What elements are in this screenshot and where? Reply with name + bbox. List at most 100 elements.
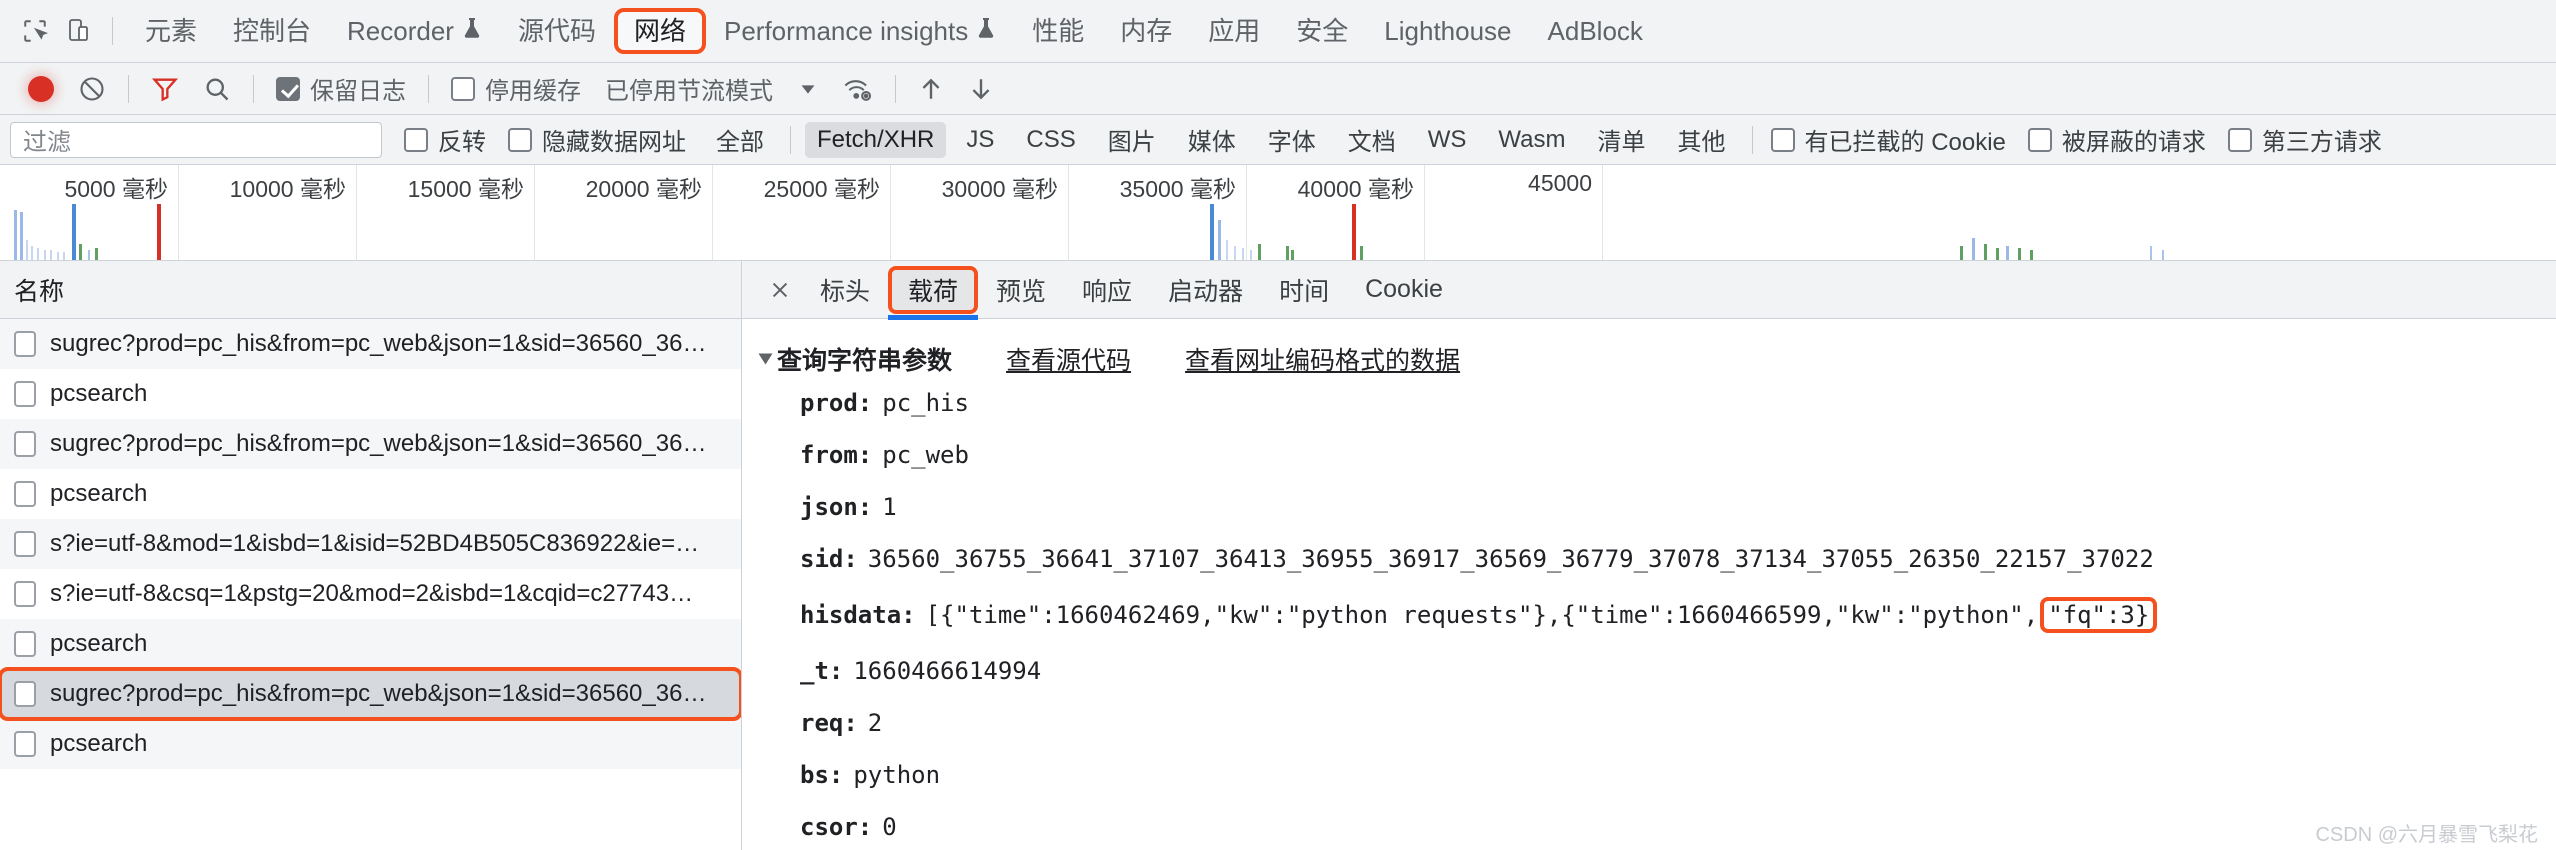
detail-tab-2[interactable]: 预览	[978, 266, 1064, 314]
third-party-checkbox[interactable]: 第三方请求	[2220, 122, 2390, 157]
timeline-request-bar	[2162, 250, 2164, 260]
chevron-down-icon[interactable]	[758, 353, 773, 365]
tab-10[interactable]: Lighthouse	[1366, 8, 1529, 54]
throttling-dropdown-arrow[interactable]	[785, 63, 831, 115]
row-checkbox-icon[interactable]	[14, 481, 36, 507]
filter-toggle-icon[interactable]	[139, 63, 191, 115]
query-param-row: from: pc_web	[742, 429, 2556, 481]
invert-label: 反转	[438, 129, 486, 156]
export-har-icon[interactable]	[956, 63, 1006, 115]
row-checkbox-icon[interactable]	[14, 631, 36, 657]
close-icon[interactable]	[758, 268, 802, 312]
column-header-name: 名称	[14, 277, 65, 306]
resource-type-3[interactable]: CSS	[1014, 122, 1087, 158]
resource-type-2[interactable]: JS	[954, 122, 1006, 158]
tab-label: 控制台	[233, 16, 312, 46]
record-button[interactable]	[16, 63, 66, 115]
view-source-link[interactable]: 查看源代码	[1006, 341, 1131, 377]
param-value: 0	[882, 813, 897, 841]
detail-tab-5[interactable]: 时间	[1261, 266, 1347, 314]
param-key: sid:	[800, 545, 858, 573]
timeline-gridline	[1068, 165, 1069, 260]
table-row[interactable]: s?ie=utf-8&csq=1&pstg=20&mod=2&isbd=1&cq…	[0, 569, 741, 619]
tab-11[interactable]: AdBlock	[1530, 8, 1661, 54]
timeline-request-bar	[79, 244, 82, 260]
tab-label: 性能	[1032, 16, 1085, 46]
blocked-requests-checkbox[interactable]: 被屏蔽的请求	[2020, 122, 2214, 157]
query-string-section-header[interactable]: 查询字符串参数 查看源代码 查看网址编码格式的数据	[742, 341, 2556, 377]
detail-tab-3[interactable]: 响应	[1064, 266, 1150, 314]
inspect-element-icon[interactable]	[14, 10, 56, 52]
query-param-row: sid: 36560_36755_36641_37107_36413_36955_…	[742, 533, 2556, 585]
network-toolbar: 保留日志 停用缓存 已停用节流模式	[0, 63, 2556, 115]
resource-type-8[interactable]: WS	[1416, 122, 1479, 158]
table-row[interactable]: pcsearch	[0, 469, 741, 519]
resource-type-6[interactable]: 字体	[1256, 118, 1328, 161]
detail-tab-1[interactable]: 载荷	[888, 265, 979, 320]
resource-type-5[interactable]: 媒体	[1176, 118, 1248, 161]
search-icon[interactable]	[191, 63, 243, 115]
timeline-tick-label: 35000 毫秒	[1119, 176, 1236, 202]
param-key: csor:	[800, 813, 873, 841]
table-row[interactable]: s?ie=utf-8&mod=1&isbd=1&isid=52BD4B505C8…	[0, 519, 741, 569]
timeline-request-bar	[2018, 248, 2021, 260]
resource-type-1[interactable]: Fetch/XHR	[805, 121, 947, 158]
tab-1[interactable]: 控制台	[215, 8, 329, 54]
tab-8[interactable]: 应用	[1190, 8, 1278, 54]
network-conditions-icon[interactable]	[831, 63, 885, 115]
checkbox-icon	[1770, 127, 1795, 152]
devtools-window: 元素 控制台 Recorder 源代码 网络 Performance insights 性能…	[0, 0, 2556, 850]
filter-divider	[790, 125, 791, 154]
resource-type-7[interactable]: 文档	[1336, 118, 1408, 161]
tab-7[interactable]: 内存	[1102, 8, 1190, 54]
detail-tab-0[interactable]: 标头	[802, 266, 888, 314]
param-key: _t:	[800, 657, 844, 685]
tab-9[interactable]: 安全	[1278, 8, 1366, 54]
preserve-log-checkbox[interactable]: 保留日志	[264, 63, 418, 115]
param-key: json:	[800, 493, 873, 521]
table-row[interactable]: sugrec?prod=pc_his&from=pc_web&json=1&si…	[0, 319, 741, 369]
tab-4[interactable]: 网络	[613, 8, 706, 54]
row-checkbox-icon[interactable]	[14, 431, 36, 457]
import-har-icon[interactable]	[906, 63, 956, 115]
row-checkbox-icon[interactable]	[14, 381, 36, 407]
detail-tab-list: 标头 载荷 预览 响应 启动器 时间 Cookie	[802, 265, 1461, 320]
filter-input[interactable]: 过滤	[10, 121, 382, 158]
tab-0[interactable]: 元素	[127, 8, 215, 54]
param-value: pc_web	[882, 441, 969, 469]
resource-type-4[interactable]: 图片	[1096, 118, 1168, 161]
device-toolbar-icon[interactable]	[56, 10, 98, 52]
row-checkbox-icon[interactable]	[14, 731, 36, 757]
resource-type-0[interactable]: 全部	[704, 118, 776, 161]
network-overview-timeline[interactable]: 5000 毫秒 10000 毫秒 15000 毫秒 20000 毫秒 25000 毫秒 3…	[0, 165, 2556, 261]
invert-checkbox[interactable]: 反转	[396, 122, 494, 157]
table-row[interactable]: sugrec?prod=pc_his&from=pc_web&json=1&si…	[0, 667, 741, 721]
tab-3[interactable]: 源代码	[500, 8, 614, 54]
table-row[interactable]: sugrec?prod=pc_his&from=pc_web&json=1&si…	[0, 419, 741, 469]
table-row[interactable]: pcsearch	[0, 719, 741, 769]
row-checkbox-icon[interactable]	[14, 681, 36, 707]
row-checkbox-icon[interactable]	[14, 331, 36, 357]
table-row[interactable]: pcsearch	[0, 619, 741, 669]
timeline-gridline	[356, 165, 357, 260]
clear-button[interactable]	[66, 63, 118, 115]
tab-6[interactable]: 性能	[1014, 8, 1102, 54]
detail-tab-4[interactable]: 启动器	[1150, 266, 1261, 314]
detail-tab-6[interactable]: Cookie	[1347, 269, 1461, 310]
resource-type-9[interactable]: Wasm	[1486, 122, 1577, 158]
hide-data-urls-checkbox[interactable]: 隐藏数据网址	[500, 122, 694, 157]
row-checkbox-icon[interactable]	[14, 581, 36, 607]
timeline-gridline	[890, 165, 891, 260]
tab-5[interactable]: Performance insights	[706, 8, 1014, 54]
timeline-request-bar	[63, 252, 65, 260]
view-urlencoded-link[interactable]: 查看网址编码格式的数据	[1185, 341, 1460, 377]
blocked-cookies-checkbox[interactable]: 有已拦截的 Cookie	[1763, 122, 2014, 157]
tab-2[interactable]: Recorder	[329, 8, 500, 54]
throttling-select[interactable]: 已停用节流模式	[593, 63, 785, 115]
disable-cache-checkbox[interactable]: 停用缓存	[439, 63, 593, 115]
timeline-request-bar	[1352, 204, 1356, 260]
resource-type-10[interactable]: 清单	[1586, 118, 1658, 161]
resource-type-11[interactable]: 其他	[1666, 118, 1738, 161]
row-checkbox-icon[interactable]	[14, 531, 36, 557]
table-row[interactable]: pcsearch	[0, 369, 741, 419]
